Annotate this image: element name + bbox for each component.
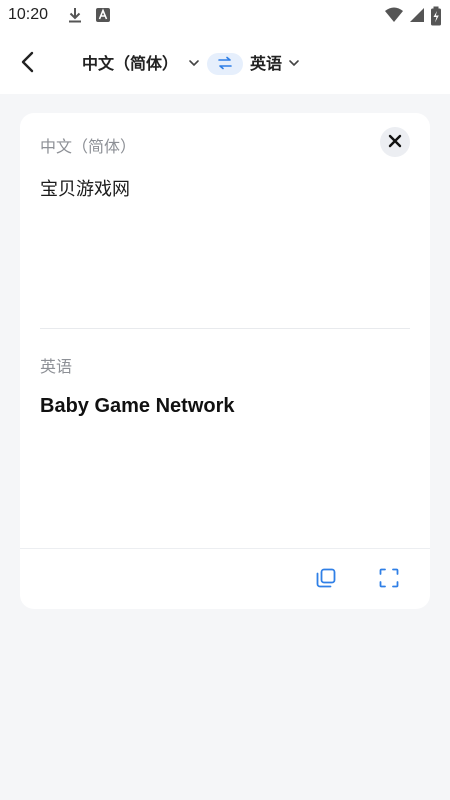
close-icon <box>388 133 402 152</box>
chevron-left-icon <box>18 50 38 78</box>
source-language-heading: 中文（简体） <box>40 137 137 156</box>
fullscreen-button[interactable] <box>376 567 402 593</box>
source-language-label: 中文（简体） <box>82 54 179 73</box>
swap-languages-button[interactable] <box>207 53 243 75</box>
download-icon <box>66 6 84 24</box>
fullscreen-icon <box>378 567 400 593</box>
back-button[interactable] <box>12 48 44 80</box>
target-language-label: 英语 <box>250 54 283 73</box>
status-bar: 10:20 <box>0 0 450 30</box>
notification-a-icon <box>94 6 112 24</box>
chevron-down-icon <box>188 53 200 72</box>
chevron-down-icon <box>288 53 300 72</box>
divider <box>40 328 410 329</box>
battery-charging-icon <box>430 6 442 26</box>
source-text[interactable]: 宝贝游戏网 <box>40 175 130 201</box>
target-language-heading: 英语 <box>40 357 73 376</box>
source-language-selector[interactable]: 中文（简体） <box>82 50 200 74</box>
header: 中文（简体） 英语 <box>0 30 450 94</box>
signal-icon <box>408 6 426 24</box>
footer-divider <box>20 548 430 549</box>
wifi-icon <box>384 6 403 24</box>
status-time: 10:20 <box>8 6 49 23</box>
translated-text: Baby Game Network <box>40 395 235 417</box>
swap-arrows-icon <box>216 55 234 74</box>
target-language-selector[interactable]: 英语 <box>250 50 300 74</box>
clear-button[interactable] <box>380 127 410 157</box>
copy-button[interactable] <box>313 567 339 593</box>
copy-icon <box>315 567 337 593</box>
translation-card: 中文（简体） 宝贝游戏网 英语 Baby Game Network <box>20 113 430 609</box>
